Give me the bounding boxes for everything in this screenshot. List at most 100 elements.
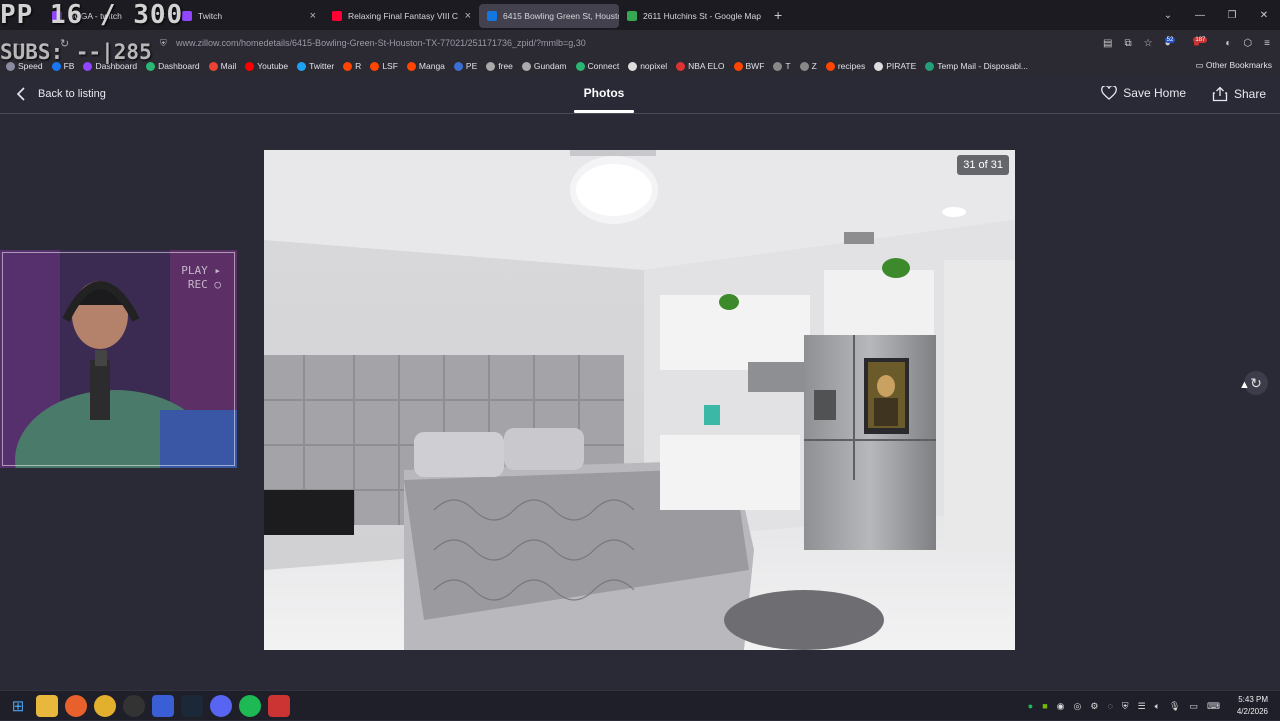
- extension-icon[interactable]: ●52: [1165, 38, 1182, 49]
- spotify-tray-icon[interactable]: ●: [1028, 701, 1033, 711]
- back-to-listing-button[interactable]: Back to listing: [16, 87, 106, 101]
- menu-icon[interactable]: ≡: [1264, 38, 1270, 49]
- bookmark-favicon-icon: [925, 62, 934, 71]
- bookmark-item[interactable]: T: [773, 61, 790, 71]
- clock-time: 5:43 PM: [1237, 694, 1268, 706]
- bookmark-item[interactable]: LSF: [370, 61, 398, 71]
- audio-icon[interactable]: ◐: [1225, 38, 1231, 49]
- share-label: Share: [1234, 87, 1266, 101]
- bookmark-favicon-icon: [826, 62, 835, 71]
- save-home-button[interactable]: Save Home: [1101, 86, 1186, 100]
- bookmark-item[interactable]: Youtube: [245, 61, 288, 71]
- other-bookmarks-label: Other Bookmarks: [1206, 60, 1272, 70]
- bookmark-item[interactable]: R: [343, 61, 361, 71]
- bookmark-item[interactable]: NBA ELO: [676, 61, 724, 71]
- microphone-icon[interactable]: 🎙︎: [1169, 701, 1180, 712]
- close-tab-icon[interactable]: ×: [459, 10, 471, 22]
- bookmark-favicon-icon: [874, 62, 883, 71]
- volume-icon[interactable]: 🔈︎: [1155, 701, 1160, 712]
- bookmark-favicon-icon: [800, 62, 809, 71]
- bookmark-label: Z: [812, 61, 817, 71]
- discord-tray-icon[interactable]: ◉: [1057, 701, 1065, 712]
- bookmark-label: Youtube: [257, 61, 288, 71]
- bookmark-favicon-icon: [407, 62, 416, 71]
- bookmark-item[interactable]: Mail: [209, 61, 237, 71]
- share-button[interactable]: Share: [1212, 86, 1266, 102]
- close-window-button[interactable]: ✕: [1248, 10, 1280, 21]
- language-icon[interactable]: ⌨: [1207, 701, 1220, 712]
- bookmark-favicon-icon: [245, 62, 254, 71]
- bookmark-item[interactable]: free: [486, 61, 513, 71]
- other-bookmarks[interactable]: ▭ Other Bookmarks: [1195, 60, 1272, 71]
- back-label: Back to listing: [38, 88, 106, 100]
- viewfinder-frame: [2, 252, 235, 466]
- obs-icon[interactable]: [123, 695, 145, 717]
- site-info-icon[interactable]: ⛨: [160, 38, 167, 49]
- security-tray-icon[interactable]: ⛨: [1122, 701, 1129, 712]
- new-tab-button[interactable]: +: [774, 7, 782, 23]
- bookmark-label: Twitter: [309, 61, 334, 71]
- steam-icon[interactable]: [181, 695, 203, 717]
- minimize-button[interactable]: —: [1184, 10, 1216, 21]
- bookmark-item[interactable]: PE: [454, 61, 477, 71]
- bookmark-item[interactable]: Temp Mail - Disposabl...: [925, 61, 1028, 71]
- browser-tab[interactable]: Relaxing Final Fantasy VIII C×: [324, 4, 479, 28]
- tab-favicon-icon: [332, 11, 342, 21]
- bookmark-favicon-icon: [297, 62, 306, 71]
- bookmark-item[interactable]: PIRATE: [874, 61, 916, 71]
- reader-view-icon[interactable]: ▤: [1103, 38, 1112, 49]
- url-field[interactable]: www.zillow.com/homedetails/6415-Bowling-…: [176, 38, 586, 48]
- start-menu-icon[interactable]: ⊞: [7, 695, 29, 717]
- restore-button[interactable]: ❐: [1216, 10, 1248, 21]
- browser-tab[interactable]: Twitch×: [174, 4, 324, 28]
- bookmark-label: Temp Mail - Disposabl...: [937, 61, 1028, 71]
- listing-photo[interactable]: 31 of 31: [264, 150, 1015, 650]
- screenshot-icon[interactable]: ⧉: [1124, 38, 1131, 49]
- spotify-icon[interactable]: [239, 695, 261, 717]
- bookmark-item[interactable]: Gundam: [522, 61, 567, 71]
- save-home-label: Save Home: [1123, 86, 1186, 100]
- bookmark-item[interactable]: Twitter: [297, 61, 334, 71]
- photo-counter: 31 of 31: [957, 155, 1009, 175]
- network-tray-icon[interactable]: ◌: [1107, 701, 1112, 711]
- tab-list-icon[interactable]: ⌄: [1152, 10, 1184, 21]
- bookmark-item[interactable]: recipes: [826, 61, 865, 71]
- extensions-puzzle-icon[interactable]: ⬡: [1243, 38, 1252, 49]
- bookmark-item[interactable]: Manga: [407, 61, 445, 71]
- browser-tab[interactable]: 2611 Hutchins St - Google Map×: [619, 4, 764, 28]
- system-tray: ● ■ ◉ ◎ ⚙ ◌ ⛨ ☰ 🔈︎ 🎙︎ ▭ ⌨: [1028, 691, 1220, 721]
- ublock-icon[interactable]: ■187: [1193, 38, 1213, 49]
- bookmark-item[interactable]: Dashboard: [146, 61, 200, 71]
- chrome-icon[interactable]: [94, 695, 116, 717]
- file-explorer-icon[interactable]: [36, 695, 58, 717]
- bookmark-item[interactable]: BWF: [734, 61, 765, 71]
- webcam-overlay: PLAY ▸ REC ○: [0, 250, 237, 468]
- bookmark-star-icon[interactable]: ☆: [1144, 38, 1153, 49]
- bookmark-item[interactable]: Z: [800, 61, 817, 71]
- bookmark-favicon-icon: [628, 62, 637, 71]
- browser-tab[interactable]: 6415 Bowling Green St, Houston×: [479, 4, 619, 28]
- taskbar-clock[interactable]: 5:43 PM 4/2/2026: [1237, 694, 1268, 718]
- bookmark-label: Dashboard: [158, 61, 200, 71]
- discord-icon[interactable]: [210, 695, 232, 717]
- bookmark-label: Connect: [588, 61, 620, 71]
- wifi-icon[interactable]: ☰: [1138, 701, 1146, 712]
- close-tab-icon[interactable]: ×: [304, 10, 316, 22]
- firefox-icon[interactable]: [65, 695, 87, 717]
- tab-photos[interactable]: Photos: [574, 86, 634, 100]
- bookmark-label: free: [498, 61, 513, 71]
- app-icon[interactable]: [268, 695, 290, 717]
- steam-tray-icon[interactable]: ⚙: [1090, 701, 1098, 712]
- bookmark-item[interactable]: Connect: [576, 61, 620, 71]
- display-icon[interactable]: ▭: [1189, 701, 1198, 712]
- nvidia-tray-icon[interactable]: ■: [1042, 701, 1047, 711]
- close-tab-icon[interactable]: ×: [761, 10, 764, 22]
- bookmark-item[interactable]: nopixel: [628, 61, 667, 71]
- xbox-tray-icon[interactable]: ◎: [1074, 701, 1082, 712]
- photo-viewer-header: Back to listing Photos Save Home Share: [0, 76, 1280, 114]
- tab-label: 2611 Hutchins St - Google Map: [643, 11, 761, 21]
- bookmark-label: PIRATE: [886, 61, 916, 71]
- cursor-app-icon[interactable]: [152, 695, 174, 717]
- subs-counter: SUBS: --|285: [0, 40, 152, 64]
- tab-label: Relaxing Final Fantasy VIII C: [348, 11, 458, 21]
